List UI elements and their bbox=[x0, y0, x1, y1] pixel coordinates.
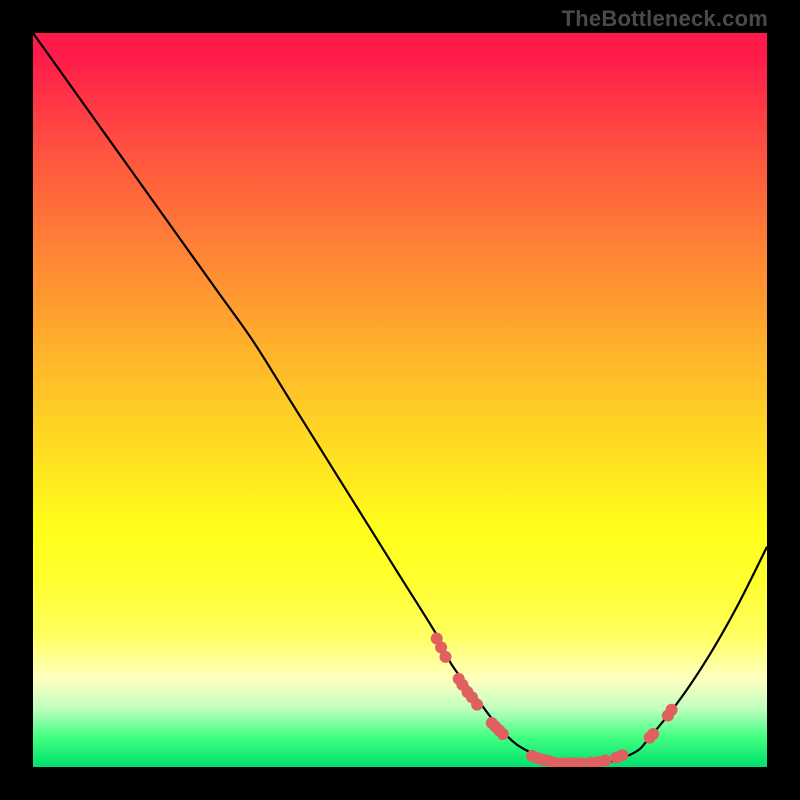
chart-frame: TheBottleneck.com bbox=[0, 0, 800, 800]
watermark-text: TheBottleneck.com bbox=[562, 6, 768, 32]
chart-gradient-area bbox=[33, 33, 767, 767]
